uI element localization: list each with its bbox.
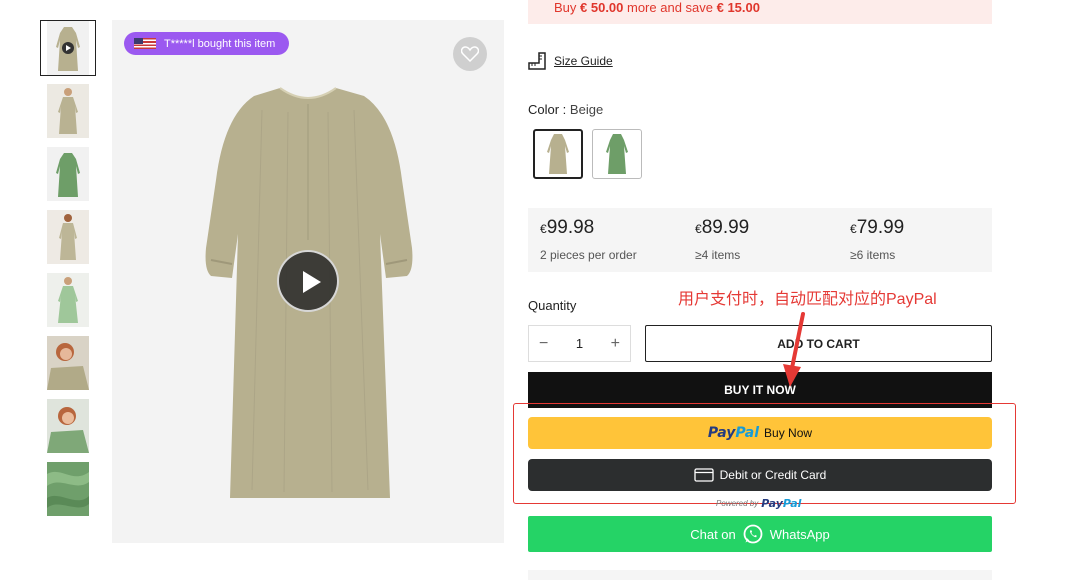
whatsapp-prefix: Chat on [690,526,736,542]
model-beige-thumbnail [47,210,89,264]
next-section-edge [528,570,992,580]
fabric-green-thumbnail [47,462,89,516]
promo-saving: € 15.00 [716,0,760,15]
tier-quantity: 2 pieces per order [540,248,637,262]
promo-middle: more and save [623,0,717,15]
dress-beige-thumbnail [47,84,89,138]
model-green-closeup-thumbnail [47,399,89,453]
color-label: Color : Beige [528,102,603,117]
powered-by-paypal: Powered by PayPal [716,497,801,510]
tier-currency: € [540,222,547,236]
promo-amount: € 50.00 [580,0,624,15]
thumbnail-4[interactable] [40,209,96,265]
thumbnail-video[interactable] [40,20,96,76]
wishlist-button[interactable] [453,37,487,71]
arrow-annotation [783,312,805,387]
paypal-logo-pay: Pay [761,497,783,510]
quantity-label: Quantity [528,298,577,313]
color-swatch-green[interactable] [592,129,642,179]
dress-green-swatch [606,134,628,174]
paypal-button-text: Buy Now [764,426,813,440]
whatsapp-chat-button[interactable]: Chat on WhatsApp [528,516,992,552]
color-swatch-beige[interactable] [533,129,583,179]
paypal-logo-pal: Pal [735,425,760,441]
quantity-stepper[interactable]: − 1 + [528,325,631,362]
color-value: Beige [569,102,604,117]
size-guide-link[interactable]: Size Guide [528,52,613,70]
promo-banner: Buy € 50.00 more and save € 15.00 [528,0,992,24]
whatsapp-icon [743,524,763,544]
paypal-logo-pay: Pay [707,425,736,441]
annotation-text: 用户支付时，自动匹配对应的PayPal [678,291,937,308]
tier-quantity: ≥4 items [695,248,741,262]
increment-button[interactable]: + [611,335,620,353]
decrement-button[interactable]: − [539,335,548,353]
promo-prefix: Buy [554,0,581,15]
debit-credit-card-button[interactable]: Debit or Credit Card [528,459,992,491]
ruler-icon [528,52,546,70]
paypal-logo: PayPal [708,425,759,441]
price-tiers: €99.98 2 pieces per order €89.99 ≥4 item… [528,208,992,272]
thumbnail-3[interactable] [40,146,96,202]
tier-price-value: 89.99 [701,217,750,238]
tier-price-value: 99.98 [546,217,595,238]
paypal-small-logo: PayPal [761,497,801,510]
thumbnail-5[interactable] [40,272,96,328]
card-icon [693,468,714,482]
thumbnail-2[interactable] [40,83,96,139]
quantity-value[interactable]: 1 [576,336,583,351]
bought-badge: T*****l bought this item [124,32,290,55]
model-closeup-thumbnail [47,336,89,390]
main-product-image[interactable]: T*****l bought this item [112,20,504,543]
bought-badge-text: T*****l bought this item [164,37,276,50]
tier-price-value: 79.99 [856,217,905,238]
us-flag-icon [134,38,156,49]
card-button-text: Debit or Credit Card [719,468,827,482]
model-green-thumbnail [47,273,89,327]
paypal-logo-pal: Pal [782,497,802,510]
tier-price: €79.99 [850,217,904,239]
play-video-button[interactable] [277,250,339,312]
tier-quantity: ≥6 items [850,248,896,262]
dress-beige-swatch [547,134,569,174]
thumbnail-6[interactable] [40,335,96,391]
tier-currency: € [695,222,702,236]
whatsapp-label: WhatsApp [769,526,830,542]
tier-currency: € [850,222,857,236]
thumbnail-8[interactable] [40,461,96,517]
tier-price: €89.99 [695,217,749,239]
add-to-cart-button[interactable]: ADD TO CART [645,325,992,362]
powered-by-text: Powered by [716,499,759,508]
dress-green-thumbnail [47,147,89,201]
thumbnail-7[interactable] [40,398,96,454]
heart-icon [461,46,479,62]
play-icon [62,42,74,54]
tier-price: €99.98 [540,217,594,239]
paypal-buy-now-button[interactable]: PayPal Buy Now [528,417,992,449]
color-label-key: Color : [528,102,567,117]
size-guide-label[interactable]: Size Guide [554,54,613,68]
